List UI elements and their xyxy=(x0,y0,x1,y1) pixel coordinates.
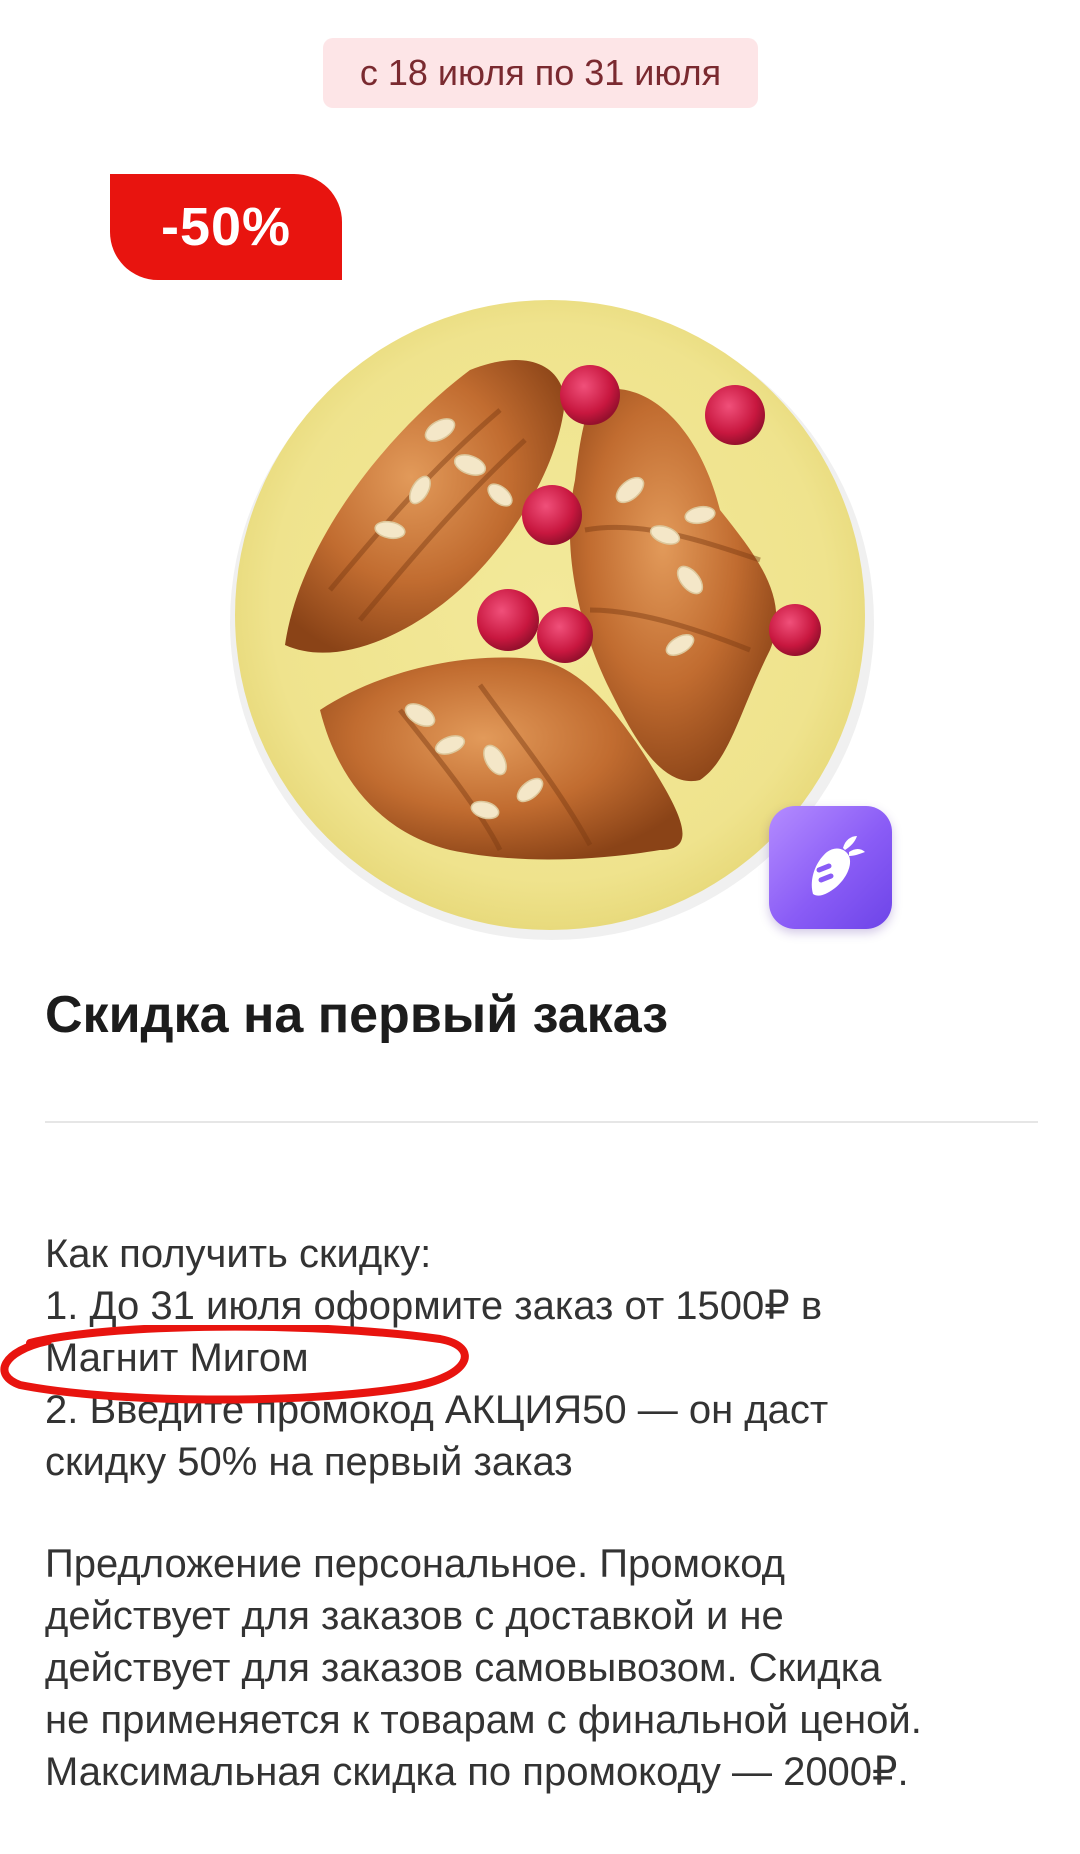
discount-text: -50% xyxy=(160,197,292,257)
terms-line: Предложение персональное. Промокод xyxy=(45,1542,785,1586)
promo-period-text: с 18 июля по 31 июля xyxy=(359,52,722,93)
magnit-migom-app-icon[interactable] xyxy=(769,806,892,929)
carrot-icon xyxy=(811,836,865,896)
divider xyxy=(45,1121,1038,1123)
terms-line: действует для заказов самовывозом. Скидк… xyxy=(45,1646,882,1690)
terms-line: действует для заказов с доставкой и не xyxy=(45,1594,784,1638)
promo-title: Скидка на первый заказ xyxy=(45,986,669,1044)
how-to-heading: Как получить скидку: xyxy=(45,1232,432,1276)
discount-badge: -50% xyxy=(110,174,342,280)
terms-line: Максимальная скидка по промокоду — 2000₽… xyxy=(45,1750,909,1794)
promo-image-croissants xyxy=(230,300,874,940)
how-to-step-2-cont: скидку 50% на первый заказ xyxy=(45,1440,573,1484)
promo-period-badge: с 18 июля по 31 июля xyxy=(323,38,758,108)
how-to-step-1-store: Магнит Мигом xyxy=(45,1336,309,1380)
how-to-step-1: 1. До 31 июля оформите заказ от 1500₽ в xyxy=(45,1284,823,1328)
terms-line: не применяется к товарам с финальной цен… xyxy=(45,1698,922,1742)
how-to-section: Как получить скидку: 1. До 31 июля оформ… xyxy=(45,1228,1045,1488)
how-to-step-2: 2. Введите промокод АКЦИЯ50 — он даст xyxy=(45,1388,829,1432)
terms-section: Предложение персональное. Промокод дейст… xyxy=(45,1538,1045,1798)
